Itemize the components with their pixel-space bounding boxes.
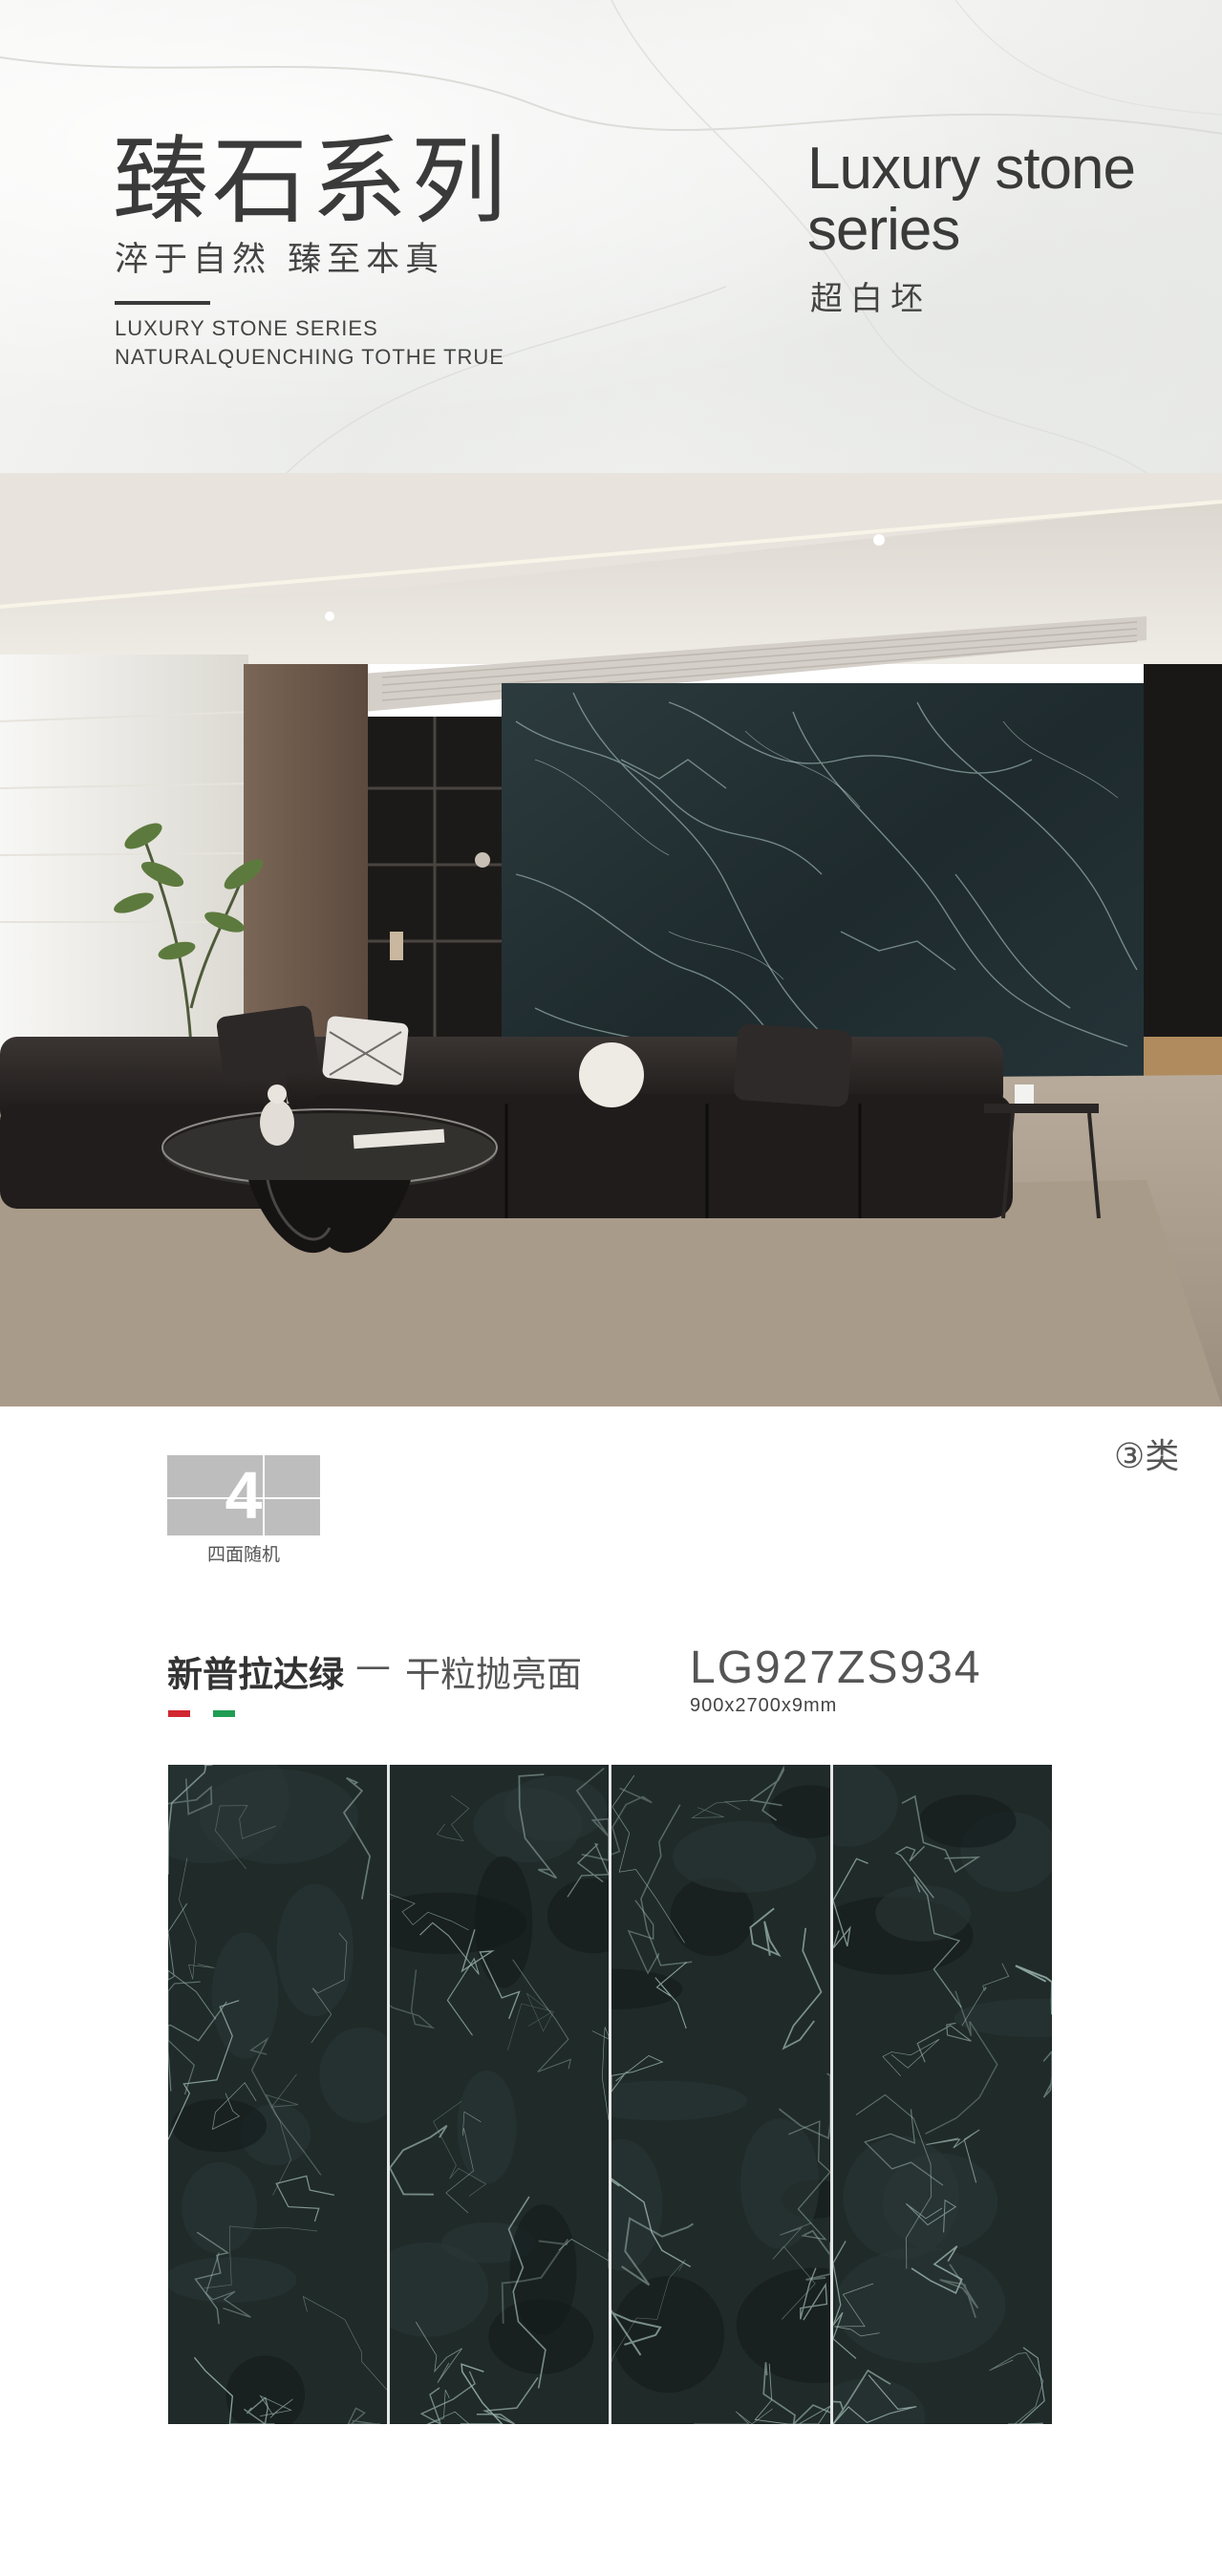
product-name: 新普拉达绿 (167, 1654, 344, 1695)
face-count-number: 4 (225, 1458, 263, 1533)
collection-title: 臻石系列 (113, 125, 510, 237)
marble-texture (168, 1765, 387, 2424)
tile-panel (168, 1765, 387, 2424)
face-count-label: 四面随机 (206, 1544, 280, 1565)
marble-texture (390, 1765, 609, 2424)
tile-panel (833, 1765, 1052, 2424)
tile-panel (611, 1765, 830, 2424)
product-finish: 干粒抛亮面 (405, 1654, 582, 1695)
product-separator: — (355, 1645, 391, 1686)
english-subtitle-2: NATURALQUENCHING TOTHE TRUE (115, 345, 504, 369)
tile-panels (168, 1765, 1052, 2424)
category-tag: ③类 (1114, 1437, 1180, 1476)
product-size: 900x2700x9mm (690, 1695, 838, 1716)
series-title: Luxury stone series (807, 136, 1136, 263)
series-substrate: 超白坯 (810, 280, 931, 318)
header-banner: 臻石系列 淬于自然 臻至本真 LUXURY STONE SERIES NATUR… (0, 0, 1222, 473)
face-count-badge: 4 (167, 1455, 320, 1535)
marble-texture (611, 1765, 830, 2424)
collection-slogan: 淬于自然 臻至本真 (115, 241, 445, 279)
divider (115, 301, 210, 305)
marble-texture (833, 1765, 1052, 2424)
english-subtitle-1: LUXURY STONE SERIES (115, 316, 378, 340)
flag-stripe-red (168, 1710, 191, 1717)
product-code: LG927ZS934 (690, 1642, 982, 1693)
flag-stripe-green (212, 1710, 235, 1717)
flag-stripe-white (190, 1710, 213, 1717)
tile-panel (390, 1765, 609, 2424)
room-scene-image (0, 473, 1222, 1406)
room-scene-illustration (0, 473, 1222, 1406)
italian-flag-icon (168, 1710, 235, 1717)
